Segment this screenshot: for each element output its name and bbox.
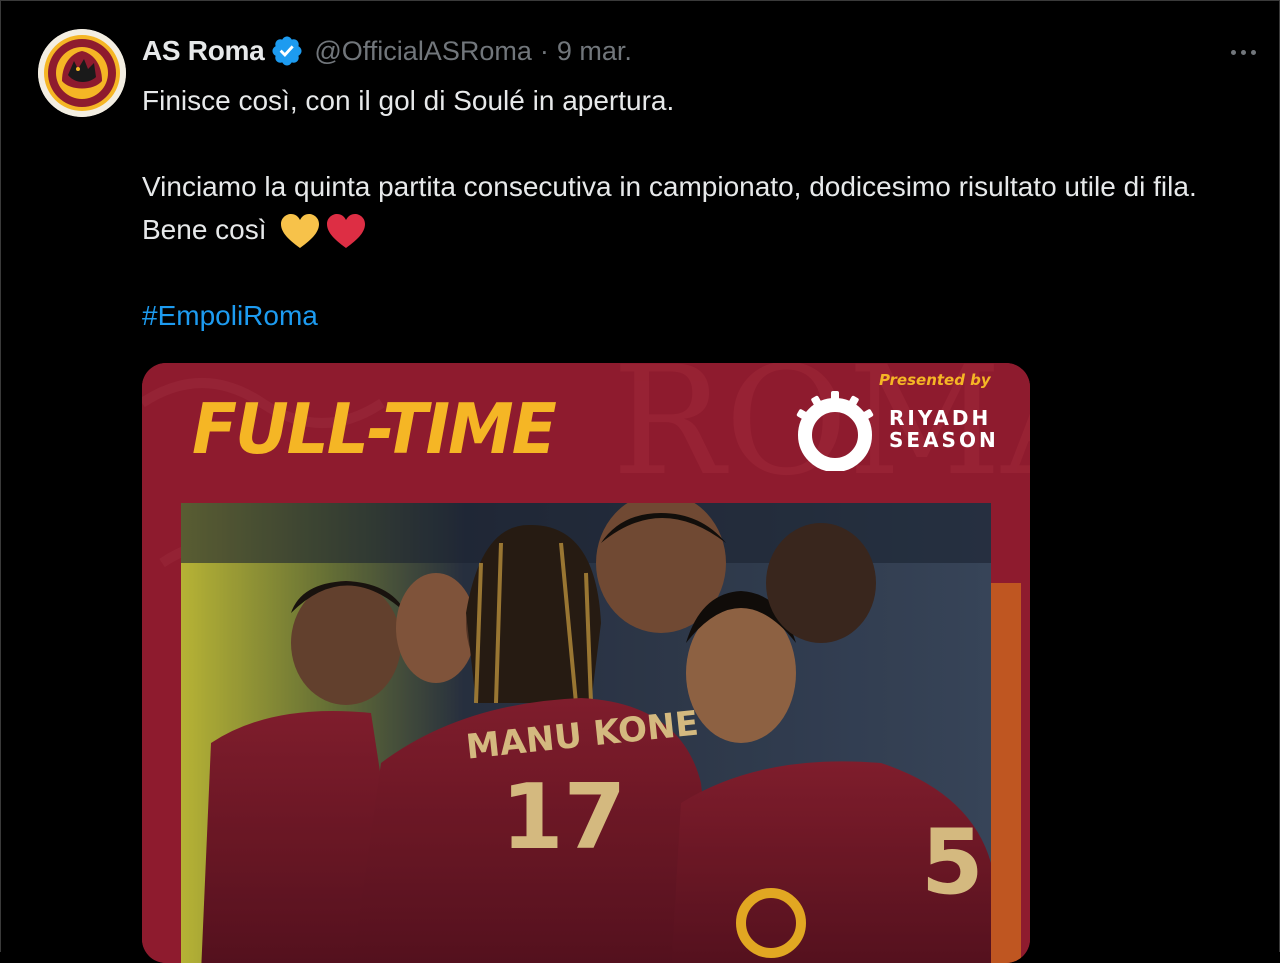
author-display-name[interactable]: AS Roma	[142, 35, 265, 67]
hashtag-link[interactable]: #EmpoliRoma	[142, 300, 318, 331]
tweet-text-line: Finisce così, con il gol di Soulé in ape…	[142, 85, 675, 116]
meta-separator: ·	[539, 35, 549, 66]
tweet-text-paragraph: Vinciamo la quinta partita consecutiva i…	[142, 165, 1267, 251]
team-celebration-photo: MANU KONE 17 5	[181, 503, 991, 963]
tweet-body: Finisce così, con il gol di Soulé in ape…	[142, 79, 1267, 337]
sponsor-line2: SEASON	[889, 428, 999, 452]
as-roma-crest-icon[interactable]	[38, 29, 126, 117]
tweet-header: AS Roma @OfficialASRoma · 9 mar.	[142, 31, 632, 71]
red-heart-icon	[326, 213, 366, 250]
full-time-title: FULL-TIME	[192, 389, 557, 470]
yellow-heart-icon	[280, 213, 320, 250]
tweet-date[interactable]: 9 mar.	[557, 36, 632, 67]
sponsor-line1: RIYADH	[889, 406, 992, 430]
sponsor-name: RIYADH SEASON	[889, 407, 999, 451]
more-options-icon[interactable]	[1223, 35, 1263, 69]
verified-badge-icon	[270, 34, 304, 68]
tweet-media-image[interactable]: ROMA FULL-TIME Presented by RIYADH SEASO…	[142, 363, 1030, 963]
tweet-card: AS Roma @OfficialASRoma · 9 mar. Finisce…	[0, 0, 1280, 963]
presented-by-label: Presented by	[879, 371, 991, 389]
author-handle[interactable]: @OfficialASRoma	[314, 36, 531, 67]
